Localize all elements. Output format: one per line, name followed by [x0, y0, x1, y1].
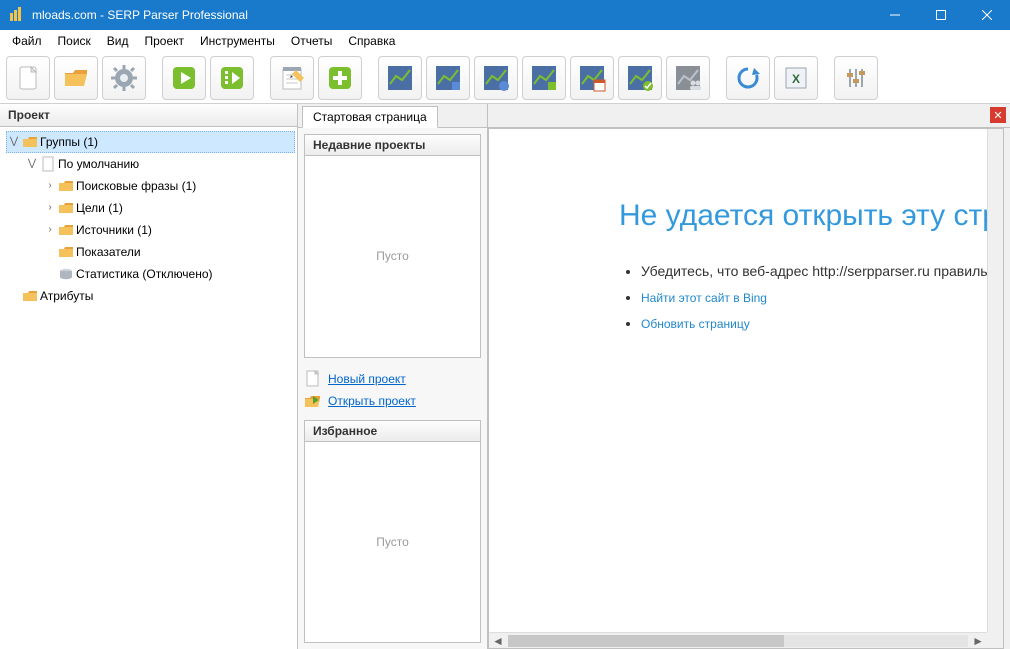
open-folder-arrow-icon [304, 392, 322, 410]
tb-equalizer[interactable] [834, 56, 878, 100]
error-link-bing[interactable]: Найти этот сайт в Bing [641, 291, 767, 305]
chevron-down-icon[interactable]: ⋁ [26, 158, 38, 170]
menu-view[interactable]: Вид [99, 32, 137, 50]
app-logo-icon [8, 7, 24, 23]
chevron-right-icon[interactable]: › [44, 202, 56, 214]
close-button[interactable] [964, 0, 1010, 30]
scroll-left-icon[interactable]: ◄ [492, 634, 504, 648]
folder-icon [58, 222, 74, 238]
content-tabstrip: ✕ [488, 104, 1010, 128]
project-panel-header: Проект [0, 104, 297, 127]
folder-icon [22, 134, 38, 150]
link-new-project-row: Новый проект [304, 368, 481, 390]
folder-icon [22, 288, 38, 304]
tree-label: Статистика (Отключено) [76, 264, 213, 284]
link-open-project[interactable]: Открыть проект [328, 394, 416, 408]
folder-icon [58, 244, 74, 260]
tree-label: Атрибуты [40, 286, 93, 306]
tree-node-stats[interactable]: Статистика (Отключено) [42, 263, 295, 285]
minimize-button[interactable] [872, 0, 918, 30]
browser-error-page: Не удается открыть эту страницу Убедитес… [489, 129, 987, 632]
toolbar: X [0, 52, 1010, 104]
scroll-thumb[interactable] [508, 635, 784, 647]
tb-chart-calendar[interactable] [570, 56, 614, 100]
tb-settings[interactable] [102, 56, 146, 100]
tree-label: Источники (1) [76, 220, 152, 240]
favorites-header: Избранное [305, 421, 480, 442]
tb-plus[interactable] [318, 56, 362, 100]
error-line-check-url: Убедитесь, что веб-адрес http://serppars… [641, 263, 987, 279]
menubar: Файл Поиск Вид Проект Инструменты Отчеты… [0, 30, 1010, 52]
content-area: ✕ Не удается открыть эту страницу Убедит… [488, 104, 1010, 649]
folder-icon [58, 178, 74, 194]
menu-tools[interactable]: Инструменты [192, 32, 283, 50]
tree-label: Группы (1) [40, 132, 98, 152]
start-column: Стартовая страница Недавние проекты Пуст… [298, 104, 488, 649]
menu-project[interactable]: Проект [137, 32, 193, 50]
tb-chart-users[interactable] [666, 56, 710, 100]
new-document-icon [304, 370, 322, 388]
menu-search[interactable]: Поиск [50, 32, 99, 50]
tree-label: Показатели [76, 242, 141, 262]
svg-text:X: X [792, 72, 800, 86]
scroll-right-icon[interactable]: ► [972, 634, 984, 648]
window-title: mloads.com - SERP Parser Professional [32, 8, 872, 22]
tree-label: По умолчанию [58, 154, 139, 174]
tb-chart-1[interactable] [378, 56, 422, 100]
embedded-browser: Не удается открыть эту страницу Убедитес… [488, 128, 1004, 649]
menu-reports[interactable]: Отчеты [283, 32, 340, 50]
tb-play[interactable] [162, 56, 206, 100]
tabstrip: Стартовая страница [298, 104, 487, 128]
tb-open-folder[interactable] [54, 56, 98, 100]
scroll-track[interactable] [508, 635, 968, 647]
tab-start-page[interactable]: Стартовая страница [302, 106, 438, 128]
tree-node-attributes[interactable]: Атрибуты [6, 285, 295, 307]
tb-export-excel[interactable]: X [774, 56, 818, 100]
close-tab-button[interactable]: ✕ [990, 107, 1006, 123]
project-panel: Проект ⋁ Группы (1) ⋁ По умолчан [0, 104, 298, 649]
menu-help[interactable]: Справка [340, 32, 403, 50]
scroll-corner [987, 632, 1003, 648]
workspace: Проект ⋁ Группы (1) ⋁ По умолчан [0, 104, 1010, 649]
recent-projects-header: Недавние проекты [305, 135, 480, 156]
folder-icon [58, 200, 74, 216]
tree-node-goals[interactable]: › Цели (1) [42, 197, 295, 219]
chevron-right-icon[interactable]: › [44, 224, 56, 236]
link-new-project[interactable]: Новый проект [328, 372, 406, 386]
project-tree[interactable]: ⋁ Группы (1) ⋁ По умолчанию [0, 127, 297, 649]
error-heading: Не удается открыть эту страницу [619, 199, 987, 233]
error-link-refresh[interactable]: Обновить страницу [641, 317, 750, 331]
maximize-button[interactable] [918, 0, 964, 30]
recent-projects-box: Недавние проекты Пусто [304, 134, 481, 358]
tb-chart-check[interactable] [618, 56, 662, 100]
tree-label: Цели (1) [76, 198, 123, 218]
titlebar: mloads.com - SERP Parser Professional [0, 0, 1010, 30]
tb-refresh[interactable] [726, 56, 770, 100]
link-open-project-row: Открыть проект [304, 390, 481, 412]
vertical-scrollbar[interactable] [987, 129, 1003, 632]
tb-notepad[interactable] [270, 56, 314, 100]
chevron-down-icon[interactable]: ⋁ [8, 136, 20, 148]
horizontal-scrollbar[interactable]: ◄ ► [489, 632, 987, 648]
tree-node-phrases[interactable]: › Поисковые фразы (1) [42, 175, 295, 197]
favorites-empty: Пусто [305, 442, 480, 643]
favorites-box: Избранное Пусто [304, 420, 481, 644]
tb-chart-2[interactable] [426, 56, 470, 100]
recent-projects-empty: Пусто [305, 156, 480, 357]
tree-node-indicators[interactable]: Показатели [42, 241, 295, 263]
tb-new-file[interactable] [6, 56, 50, 100]
tb-chart-4[interactable] [522, 56, 566, 100]
tree-node-sources[interactable]: › Источники (1) [42, 219, 295, 241]
document-icon [40, 156, 56, 172]
stats-disabled-icon [58, 266, 74, 282]
tb-chart-3[interactable] [474, 56, 518, 100]
project-links: Новый проект Открыть проект [298, 364, 487, 420]
tb-play-list[interactable] [210, 56, 254, 100]
chevron-right-icon[interactable]: › [44, 180, 56, 192]
tree-label: Поисковые фразы (1) [76, 176, 196, 196]
tree-node-groups[interactable]: ⋁ Группы (1) [6, 131, 295, 153]
tree-node-default[interactable]: ⋁ По умолчанию [24, 153, 295, 175]
menu-file[interactable]: Файл [4, 32, 50, 50]
